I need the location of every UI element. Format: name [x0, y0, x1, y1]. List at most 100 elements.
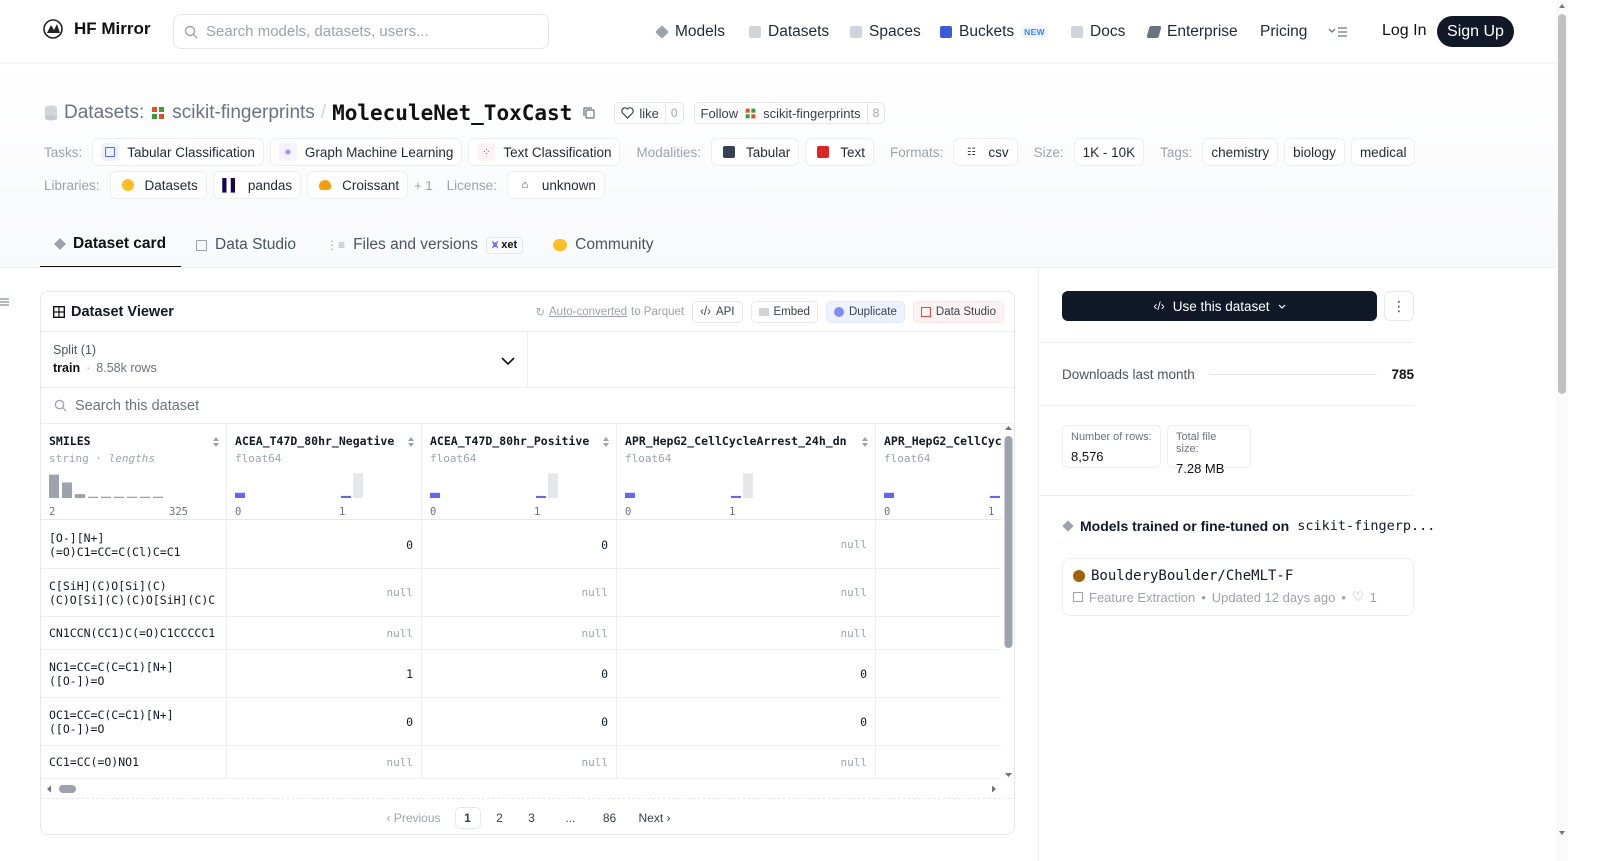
- dataset-name[interactable]: MoleculeNet_ToxCast: [332, 101, 572, 125]
- value-cell[interactable]: 0: [422, 521, 617, 568]
- tab-community[interactable]: Community: [538, 222, 668, 268]
- column-header[interactable]: ACEA_T47D_80hr_Negative float64 0 1: [227, 424, 422, 520]
- tab-files[interactable]: ⋮≡ Files and versions ⩙ xet: [311, 222, 538, 268]
- follow-button[interactable]: Follow scikit-fingerprints 8: [693, 102, 886, 124]
- sort-icon[interactable]: [212, 436, 220, 448]
- format-chip-csv[interactable]: ☷ csv: [953, 138, 1018, 166]
- value-cell[interactable]: 0: [617, 650, 876, 697]
- table-row[interactable]: NC1=CC=C(C=C1)[N+] ([O-])=O 1 0 0: [41, 650, 1001, 698]
- task-chip-graph-ml[interactable]: ⚹ Graph Machine Learning: [269, 138, 463, 166]
- value-cell[interactable]: null: [227, 746, 422, 778]
- value-cell[interactable]: null: [617, 617, 876, 649]
- dataset-search-input[interactable]: Search this dataset: [41, 388, 1014, 424]
- value-cell[interactable]: null: [617, 569, 876, 616]
- nav-models[interactable]: Models: [655, 0, 725, 64]
- smiles-cell[interactable]: C[SiH](C)O[Si](C) (C)O[Si](C)(C)O[SiH](C)…: [41, 569, 227, 616]
- like-button[interactable]: like 0: [614, 102, 684, 124]
- nav-buckets[interactable]: Buckets NEW: [940, 0, 1048, 64]
- smiles-cell[interactable]: NC1=CC=C(C=C1)[N+] ([O-])=O: [41, 650, 227, 697]
- brand-logo[interactable]: HF Mirror: [42, 18, 151, 40]
- nav-pricing[interactable]: Pricing: [1260, 0, 1307, 64]
- global-search[interactable]: Search models, datasets, users...: [173, 14, 549, 49]
- value-cell[interactable]: 1: [227, 650, 422, 697]
- signup-button[interactable]: Sign Up: [1437, 16, 1514, 47]
- value-cell[interactable]: [876, 650, 1001, 697]
- more-options-button[interactable]: ⋮: [1384, 291, 1414, 321]
- libraries-more[interactable]: + 1: [414, 178, 432, 193]
- api-button[interactable]: ‹/› API: [692, 301, 743, 323]
- table-row[interactable]: CC1=CC(=O)NO1 null null null: [41, 746, 1001, 779]
- sort-icon[interactable]: [407, 436, 415, 448]
- model-card[interactable]: BoulderyBoulder/CheMLT-F Feature Extract…: [1062, 558, 1414, 616]
- value-cell[interactable]: null: [422, 617, 617, 649]
- table-row[interactable]: [O-][N+] (=O)C1=CC=C(Cl)C=C1 0 0 null: [41, 521, 1001, 569]
- next-page-button[interactable]: Next ›: [639, 807, 671, 829]
- use-dataset-button[interactable]: ‹/› Use this dataset: [1062, 291, 1377, 321]
- smiles-cell[interactable]: CN1CCN(CC1)C(=O)C1CCCCC1: [41, 617, 227, 649]
- tag-chip-chemistry[interactable]: chemistry: [1202, 138, 1279, 166]
- smiles-cell[interactable]: OC1=CC=C(C=C1)[N+] ([O-])=O: [41, 698, 227, 745]
- table-vertical-scrollbar[interactable]: [1001, 424, 1014, 779]
- task-chip-text-classification[interactable]: ⁘ Text Classification: [468, 138, 621, 166]
- login-link[interactable]: Log In: [1382, 22, 1426, 40]
- tag-chip-biology[interactable]: biology: [1284, 138, 1345, 166]
- value-cell[interactable]: null: [617, 521, 876, 568]
- value-cell[interactable]: [876, 617, 1001, 649]
- column-header[interactable]: SMILES string · lengths 2 325: [41, 424, 227, 520]
- page-86[interactable]: 86: [597, 807, 623, 829]
- embed-button[interactable]: Embed: [750, 301, 818, 323]
- value-cell[interactable]: 0: [422, 698, 617, 745]
- tab-dataset-card[interactable]: Dataset card: [40, 222, 182, 268]
- value-cell[interactable]: null: [227, 617, 422, 649]
- page-scrollbar[interactable]: [1556, 0, 1568, 861]
- sort-icon[interactable]: [602, 436, 610, 448]
- value-cell[interactable]: null: [422, 569, 617, 616]
- value-cell[interactable]: null: [227, 569, 422, 616]
- value-cell[interactable]: [876, 521, 1001, 568]
- column-header[interactable]: APR_HepG2_CellCycleArrest_24h_up float64 0…: [876, 424, 1001, 520]
- value-cell[interactable]: [876, 569, 1001, 616]
- value-cell[interactable]: 0: [227, 698, 422, 745]
- copy-icon[interactable]: [582, 106, 596, 120]
- column-header[interactable]: ACEA_T47D_80hr_Positive float64 0 1: [422, 424, 617, 520]
- nav-spaces[interactable]: Spaces: [850, 0, 921, 64]
- nav-docs[interactable]: Docs: [1071, 0, 1125, 64]
- column-header[interactable]: APR_HepG2_CellCycleArrest_24h_dn float64 0…: [617, 424, 876, 520]
- page-1[interactable]: 1: [454, 806, 481, 829]
- modality-chip-text[interactable]: Text: [805, 138, 875, 166]
- prev-page-button[interactable]: ‹ Previous: [386, 807, 440, 829]
- datasets-crumb[interactable]: Datasets:: [64, 102, 144, 124]
- library-chip-pandas[interactable]: ▌▌ pandas: [212, 171, 302, 199]
- page-3[interactable]: 3: [519, 807, 545, 829]
- sidebar-toggle-icon[interactable]: [0, 297, 9, 307]
- table-row[interactable]: C[SiH](C)O[Si](C) (C)O[Si](C)(C)O[SiH](C)…: [41, 569, 1001, 617]
- smiles-cell[interactable]: [O-][N+] (=O)C1=CC=C(Cl)C=C1: [41, 521, 227, 568]
- value-cell[interactable]: 0: [227, 521, 422, 568]
- nav-more-menu[interactable]: [1328, 0, 1348, 64]
- value-cell[interactable]: null: [617, 746, 876, 778]
- page-2[interactable]: 2: [487, 807, 513, 829]
- duplicate-button[interactable]: Duplicate: [825, 301, 905, 323]
- value-cell[interactable]: [876, 746, 1001, 778]
- org-link[interactable]: scikit-fingerprints: [172, 102, 315, 124]
- value-cell[interactable]: [876, 698, 1001, 745]
- auto-converted-link[interactable]: Auto-converted: [549, 306, 627, 318]
- nav-datasets[interactable]: Datasets: [749, 0, 829, 64]
- value-cell[interactable]: null: [422, 746, 617, 778]
- data-studio-button[interactable]: Data Studio: [912, 301, 1004, 323]
- size-chip[interactable]: 1K - 10K: [1073, 138, 1145, 166]
- split-selector[interactable]: Split (1) train · 8.58k rows: [41, 332, 528, 388]
- table-row[interactable]: OC1=CC=C(C=C1)[N+] ([O-])=O 0 0 0: [41, 698, 1001, 746]
- table-horizontal-scrollbar[interactable]: [41, 779, 1014, 799]
- table-row[interactable]: CN1CCN(CC1)C(=O)C1CCCCC1 null null null: [41, 617, 1001, 650]
- sort-icon[interactable]: [861, 436, 869, 448]
- smiles-cell[interactable]: CC1=CC(=O)NO1: [41, 746, 227, 778]
- nav-enterprise[interactable]: Enterprise: [1146, 0, 1238, 64]
- library-chip-croissant[interactable]: Croissant: [307, 171, 409, 199]
- library-chip-datasets[interactable]: Datasets: [109, 171, 207, 199]
- tag-chip-medical[interactable]: medical: [1350, 138, 1416, 166]
- value-cell[interactable]: 0: [422, 650, 617, 697]
- modality-chip-tabular[interactable]: Tabular: [711, 138, 800, 166]
- value-cell[interactable]: 0: [617, 698, 876, 745]
- license-chip[interactable]: ⌂ unknown: [506, 171, 605, 199]
